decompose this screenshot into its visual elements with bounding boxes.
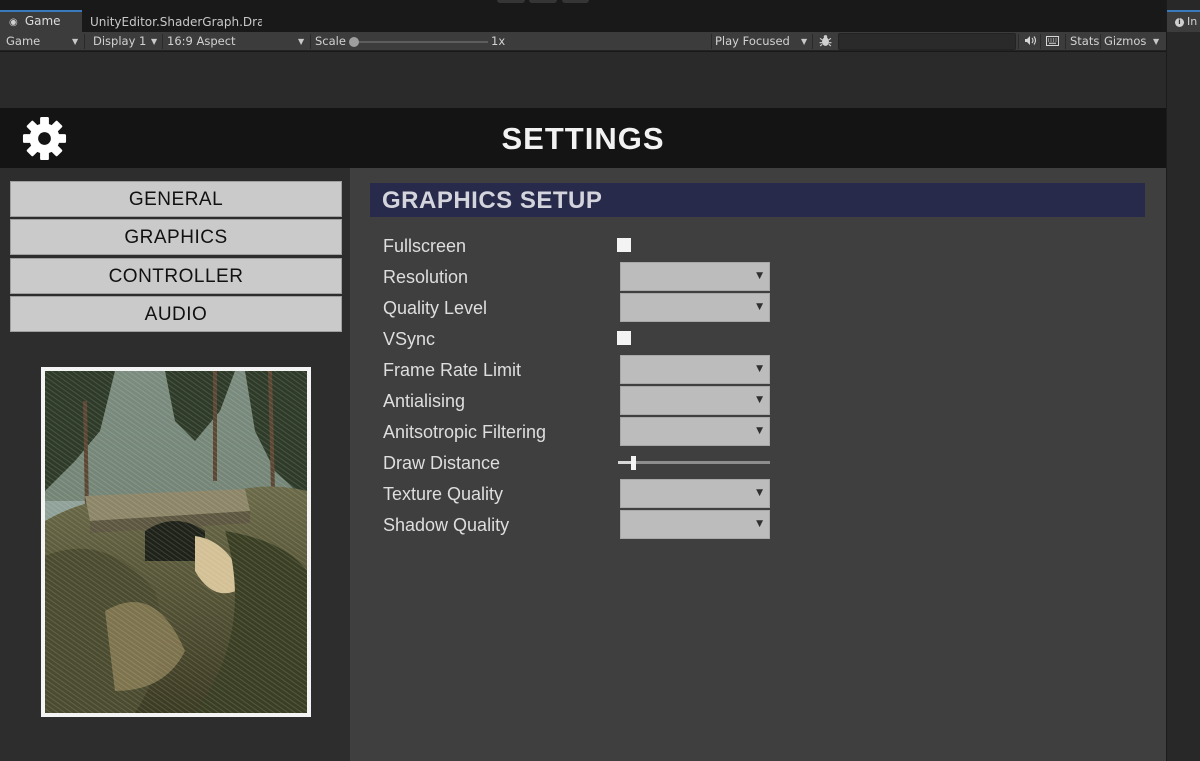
quality-level-dropdown[interactable]: ▼ [620, 293, 770, 322]
nav-graphics-button[interactable]: GRAPHICS [10, 219, 342, 255]
nav-controller-button[interactable]: CONTROLLER [10, 258, 342, 294]
tab-game-label: Game [24, 14, 61, 28]
divider [711, 34, 712, 49]
texture-quality-label: Texture Quality [383, 484, 504, 504]
toolbar-stub [529, 0, 557, 3]
nav-general-button[interactable]: GENERAL [10, 181, 342, 217]
chevron-down-icon: ▼ [801, 37, 808, 46]
shadow-quality-dropdown[interactable]: ▼ [620, 510, 770, 539]
draw-distance-slider-track[interactable] [618, 461, 770, 464]
view-select[interactable]: Game [6, 32, 40, 51]
anisotropic-filtering-label: Anitsotropic Filtering [383, 422, 547, 442]
audio-icon[interactable] [1021, 32, 1039, 51]
resolution-dropdown[interactable]: ▼ [620, 262, 770, 291]
chevron-down-icon: ▼ [72, 37, 79, 46]
preview-image [45, 371, 307, 713]
chevron-down-icon: ▼ [756, 488, 763, 498]
fullscreen-checkbox[interactable] [617, 238, 631, 252]
shadow-quality-label: Shadow Quality [383, 515, 510, 535]
divider [162, 34, 163, 49]
toolbar-stub [562, 0, 589, 3]
gear-icon[interactable] [21, 115, 68, 162]
chevron-down-icon: ▼ [756, 426, 763, 436]
divider [1040, 34, 1041, 49]
divider [1018, 34, 1019, 49]
divider [310, 34, 311, 49]
frame-rate-limit-label: Frame Rate Limit [383, 360, 522, 380]
antialiasing-label: Antialising [383, 391, 466, 411]
scale-slider-track[interactable] [352, 41, 488, 43]
page-title: SETTINGS [501, 121, 665, 156]
display-select[interactable]: Display 1 [93, 32, 146, 51]
stats-button[interactable]: Stats [1070, 32, 1099, 51]
aspect-select[interactable]: 16:9 Aspect [167, 32, 236, 51]
gizmos-button[interactable]: Gizmos [1104, 32, 1146, 51]
draw-distance-label: Draw Distance [383, 453, 501, 473]
gamepad-icon: ◉ [9, 17, 18, 28]
inspector-panel [1166, 0, 1200, 761]
scale-value: 1x [491, 34, 506, 48]
tab-inspector-label: In [1187, 15, 1198, 28]
game-view-background [0, 52, 1166, 108]
chevron-down-icon: ▼ [756, 364, 763, 374]
divider [812, 34, 813, 49]
texture-quality-dropdown[interactable]: ▼ [620, 479, 770, 508]
vsync-checkbox[interactable] [617, 331, 631, 345]
section-title: GRAPHICS SETUP [382, 187, 603, 214]
divider [84, 34, 85, 49]
divider [1065, 34, 1066, 49]
frame-rate-limit-dropdown[interactable]: ▼ [620, 355, 770, 384]
chevron-down-icon: ▼ [756, 519, 763, 529]
play-mode-select[interactable]: Play Focused [715, 32, 790, 51]
chevron-down-icon: ▼ [756, 271, 763, 281]
search-input[interactable] [838, 33, 1016, 50]
scale-slider-handle[interactable] [349, 37, 359, 47]
keyboard-icon[interactable] [1043, 32, 1061, 51]
quality-level-label: Quality Level [383, 298, 488, 318]
info-icon: i [1175, 18, 1184, 27]
anisotropic-filtering-dropdown[interactable]: ▼ [620, 417, 770, 446]
tab-game[interactable]: ◉ Game [0, 10, 82, 32]
tab-shader-graph[interactable]: UnityEditor.ShaderGraph.Drawing [90, 12, 262, 32]
chevron-down-icon: ▼ [298, 37, 305, 46]
fullscreen-label: Fullscreen [383, 236, 467, 256]
divider [1100, 34, 1101, 49]
chevron-down-icon: ▼ [756, 395, 763, 405]
resolution-label: Resolution [383, 267, 469, 287]
chevron-down-icon: ▼ [756, 302, 763, 312]
chevron-down-icon[interactable]: ▼ [1153, 32, 1159, 51]
scale-label: Scale [315, 34, 346, 48]
tab-inspector[interactable]: i In [1167, 10, 1200, 32]
chevron-down-icon: ▼ [151, 37, 158, 46]
toolbar-stub [497, 0, 525, 3]
bug-icon[interactable] [816, 32, 834, 51]
vsync-label: VSync [383, 329, 436, 349]
nav-audio-button[interactable]: AUDIO [10, 296, 342, 332]
draw-distance-slider-handle[interactable] [631, 456, 636, 470]
antialiasing-dropdown[interactable]: ▼ [620, 386, 770, 415]
